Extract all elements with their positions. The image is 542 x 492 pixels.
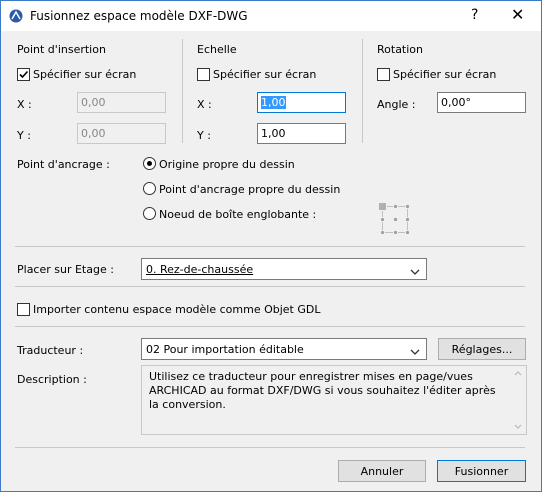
dialog-window: Fusionnez espace modèle DXF-DWG ? ✕ Poin…	[0, 0, 542, 492]
gdl-label: Importer contenu espace modèle comme Obj…	[33, 303, 321, 316]
anchor-option-origin: Origine propre du dessin	[159, 158, 295, 171]
scale-specify-label: Spécifier sur écran	[213, 68, 317, 81]
anchor-radio-origin[interactable]	[143, 157, 156, 170]
separator	[15, 326, 525, 327]
angle-label: Angle :	[377, 98, 416, 111]
rotation-specify-checkbox[interactable]	[377, 68, 390, 81]
insertion-y-field[interactable]: 0,00	[77, 123, 166, 144]
separator	[182, 39, 183, 143]
title-bar[interactable]: Fusionnez espace modèle DXF-DWG ? ✕	[1, 1, 541, 31]
anchor-label: Point d'ancrage :	[17, 158, 110, 171]
scale-x-label: X :	[197, 98, 212, 111]
translator-dropdown[interactable]: 02 Pour importation éditable	[141, 338, 427, 360]
rotation-header: Rotation	[377, 43, 424, 56]
story-dropdown[interactable]: 0. Rez-de-chaussée	[141, 258, 427, 280]
anchor-radio-bounding-box[interactable]	[143, 207, 156, 220]
description-text-area[interactable]: Utilisez ce traducteur pour enregistrer …	[141, 365, 527, 435]
merge-button[interactable]: Fusionner	[437, 460, 526, 482]
insertion-specify-label: Spécifier sur écran	[33, 68, 137, 81]
rotation-specify-label: Spécifier sur écran	[393, 68, 497, 81]
scale-x-value: 1,00	[261, 96, 286, 109]
angle-field[interactable]: 0,00°	[437, 92, 526, 113]
separator	[15, 286, 525, 287]
story-value: 0. Rez-de-chaussée	[146, 263, 254, 276]
archicad-app-icon	[9, 9, 23, 23]
settings-button[interactable]: Réglages...	[438, 338, 526, 360]
insertion-specify-checkbox[interactable]	[17, 68, 30, 81]
insertion-x-label: X :	[17, 98, 32, 111]
window-title: Fusionnez espace modèle DXF-DWG	[30, 9, 248, 23]
separator	[15, 246, 525, 247]
chevron-down-icon	[410, 265, 420, 278]
chevron-down-icon	[410, 345, 420, 358]
radio-selected-dot	[147, 161, 152, 166]
separator	[362, 39, 363, 143]
anchor-radio-anchor-point[interactable]	[143, 182, 156, 195]
insertion-x-field[interactable]: 0,00	[77, 92, 166, 113]
translator-label: Traducteur :	[17, 344, 84, 357]
anchor-option-bounding-box: Noeud de boîte englobante :	[159, 208, 317, 221]
translator-value: 02 Pour importation éditable	[146, 343, 304, 356]
scale-header: Echelle	[197, 43, 237, 56]
anchor-option-anchor-point: Point d'ancrage propre du dessin	[159, 183, 341, 196]
scale-x-field[interactable]: 1,00	[257, 92, 346, 113]
gdl-checkbox[interactable]	[17, 303, 30, 316]
bounding-box-node-picker-icon[interactable]	[378, 202, 412, 236]
insertion-header: Point d'insertion	[17, 43, 106, 56]
description-scrollbar[interactable]	[510, 366, 526, 434]
scale-y-field[interactable]: 1,00	[257, 123, 346, 144]
close-icon[interactable]: ✕	[511, 5, 524, 24]
separator	[15, 447, 525, 448]
scale-y-label: Y :	[197, 129, 211, 142]
description-label: Description :	[17, 373, 87, 386]
help-icon[interactable]: ?	[471, 7, 478, 23]
cancel-button[interactable]: Annuler	[338, 460, 426, 482]
description-text: Utilisez ce traducteur pour enregistrer …	[149, 370, 496, 411]
story-label: Placer sur Etage :	[17, 263, 114, 276]
insertion-y-label: Y :	[17, 129, 31, 142]
scale-specify-checkbox[interactable]	[197, 68, 210, 81]
